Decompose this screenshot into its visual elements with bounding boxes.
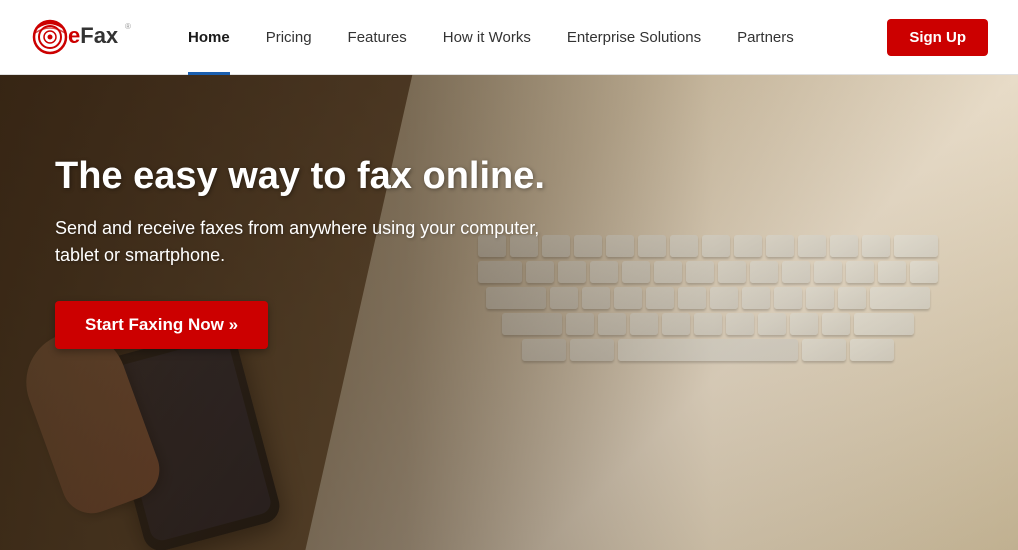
cta-button[interactable]: Start Faxing Now » [55,301,268,349]
signup-button[interactable]: Sign Up [887,19,988,56]
navbar: eFax ® Home Pricing Features How it Work… [0,0,1018,75]
nav-item-partners[interactable]: Partners [719,0,812,75]
nav-item-pricing[interactable]: Pricing [248,0,330,75]
nav-item-how-it-works[interactable]: How it Works [425,0,549,75]
svg-text:®: ® [125,22,131,31]
nav-item-home[interactable]: Home [170,0,248,75]
nav-item-features[interactable]: Features [330,0,425,75]
logo[interactable]: eFax ® [30,15,140,60]
hero-content: The easy way to fax online. Send and rec… [55,155,575,349]
hero-title: The easy way to fax online. [55,155,575,199]
hero-section: The easy way to fax online. Send and rec… [0,75,1018,550]
svg-text:eFax: eFax [68,23,119,48]
nav-item-enterprise[interactable]: Enterprise Solutions [549,0,719,75]
hero-subtitle: Send and receive faxes from anywhere usi… [55,215,575,269]
nav-links: Home Pricing Features How it Works Enter… [170,0,887,75]
